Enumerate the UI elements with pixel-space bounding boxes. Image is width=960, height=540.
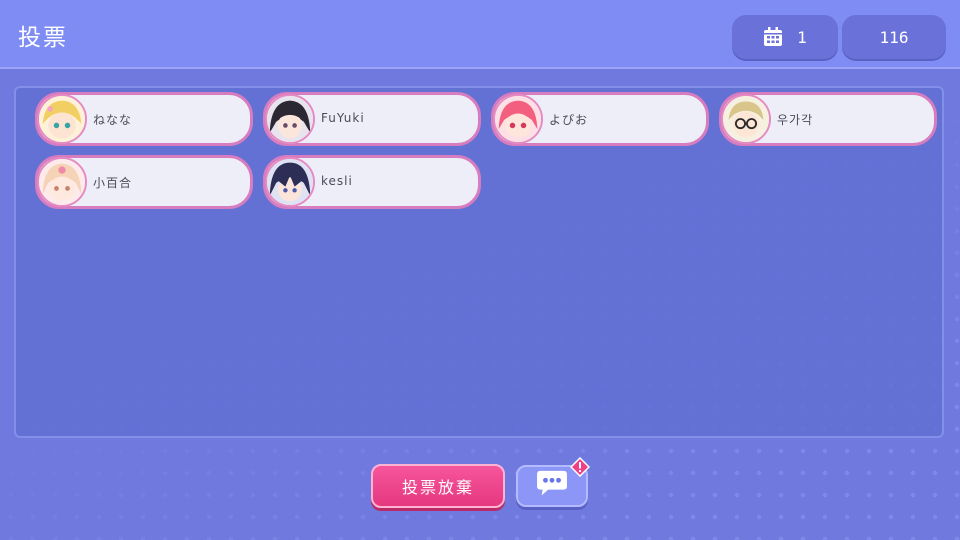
- alert-icon: [569, 456, 591, 478]
- header-bar: 投票 1 116: [0, 0, 960, 69]
- player-avatar: [37, 157, 87, 207]
- player-avatar: [493, 94, 543, 144]
- player-card[interactable]: 우가각: [719, 92, 937, 146]
- player-name: FuYuki: [321, 111, 365, 125]
- calendar-icon: [763, 27, 783, 47]
- player-card[interactable]: よぴお: [491, 92, 709, 146]
- player-name: 우가각: [777, 113, 814, 127]
- player-name: よぴお: [549, 113, 589, 127]
- player-card[interactable]: FuYuki: [263, 92, 481, 146]
- count-value: 116: [879, 27, 909, 47]
- count-display: 116: [842, 15, 946, 59]
- player-avatar: [721, 94, 771, 144]
- player-card[interactable]: 小百合: [35, 155, 253, 209]
- day-value: 1: [797, 27, 807, 47]
- page-title: 投票: [18, 25, 68, 51]
- player-name: ねなな: [93, 113, 133, 127]
- vote-panel: ねなな FuYuki よぴお 우가각 小百合 kesli: [14, 86, 944, 438]
- day-counter: 1: [732, 15, 838, 59]
- player-avatar: [265, 157, 315, 207]
- player-card[interactable]: ねなな: [35, 92, 253, 146]
- chat-bubble-icon: [533, 470, 571, 502]
- player-avatar: [265, 94, 315, 144]
- give-up-vote-button[interactable]: 投票放棄: [371, 464, 505, 508]
- player-name: kesli: [321, 174, 353, 188]
- player-name: 小百合: [93, 176, 133, 190]
- player-avatar: [37, 94, 87, 144]
- player-card[interactable]: kesli: [263, 155, 481, 209]
